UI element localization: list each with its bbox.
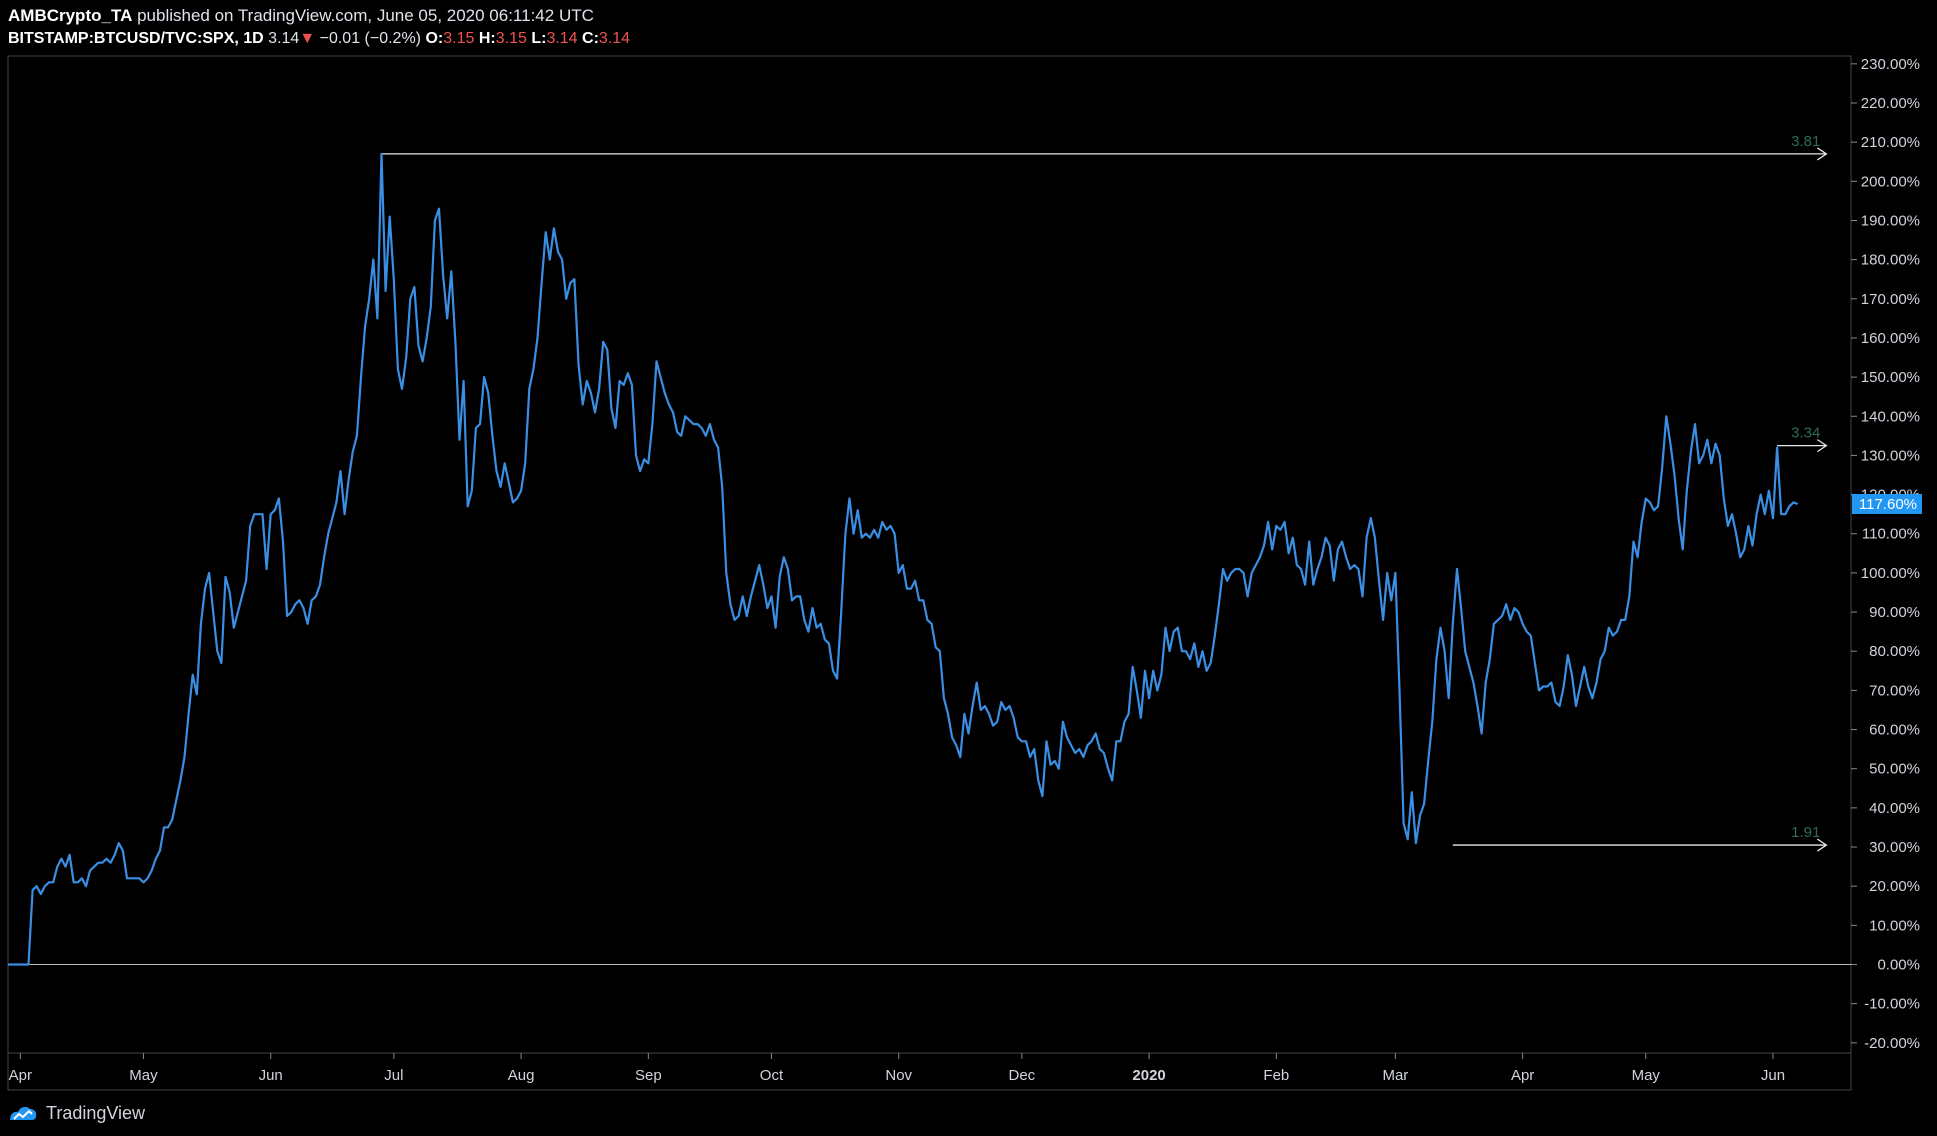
y-tick-label: 210.00%: [1861, 134, 1920, 151]
price-axis[interactable]: 230.00% 220.00% 210.00% 200.00% 190.00% 180.0…: [1851, 56, 1920, 1052]
annotation-label: 3.34: [1791, 425, 1820, 442]
y-tick-label: 20.00%: [1869, 878, 1920, 895]
y-tick-label: 30.00%: [1869, 839, 1920, 856]
y-tick-label: 80.00%: [1869, 643, 1920, 660]
x-tick-label: Jun: [259, 1067, 283, 1084]
y-tick-label: 150.00%: [1861, 369, 1920, 386]
y-tick-label: 90.00%: [1869, 604, 1920, 621]
x-tick-label: Sep: [635, 1067, 662, 1084]
footer: TradingView: [0, 1090, 1937, 1136]
y-tick-label: 220.00%: [1861, 95, 1920, 112]
x-tick-label: Mar: [1382, 1067, 1408, 1084]
y-tick-label: 160.00%: [1861, 330, 1920, 347]
footer-brand[interactable]: TradingView: [46, 1103, 145, 1124]
y-tick-label: 40.00%: [1869, 800, 1920, 817]
y-tick-label: 130.00%: [1861, 447, 1920, 464]
y-tick-label: 230.00%: [1861, 56, 1920, 73]
x-tick-label: Apr: [1511, 1067, 1534, 1084]
x-tick-label: Aug: [508, 1067, 535, 1084]
y-tick-label: 200.00%: [1861, 173, 1920, 190]
time-axis[interactable]: Apr May Jun Jul Aug Sep Oct Nov Dec 2020 Feb Mar Apr…: [9, 1053, 1785, 1084]
current-value-tag: 117.60%: [1852, 493, 1922, 514]
x-tick-label: Jun: [1761, 1067, 1785, 1084]
y-tick-label: 60.00%: [1869, 722, 1920, 739]
y-tick-label: 190.00%: [1861, 212, 1920, 229]
y-tick-label: 0.00%: [1877, 956, 1920, 973]
y-tick-label: 140.00%: [1861, 408, 1920, 425]
y-tick-label: 180.00%: [1861, 252, 1920, 269]
x-tick-label: Jul: [384, 1067, 403, 1084]
current-value-label: 117.60%: [1859, 496, 1917, 513]
y-tick-label: -10.00%: [1864, 996, 1920, 1013]
tradingview-logo-icon[interactable]: [8, 1102, 38, 1124]
y-tick-label: 110.00%: [1862, 526, 1920, 543]
chart-canvas[interactable]: 230.00% 220.00% 210.00% 200.00% 190.00% 180.0…: [0, 0, 1937, 1136]
y-tick-label: 10.00%: [1869, 917, 1920, 934]
x-tick-label: 2020: [1132, 1067, 1165, 1084]
x-tick-label: Apr: [9, 1067, 32, 1084]
x-tick-label: May: [129, 1067, 158, 1084]
x-tick-label: Dec: [1009, 1067, 1036, 1084]
y-tick-label: 170.00%: [1861, 291, 1920, 308]
annotations: 3.81 3.34 1.91: [381, 133, 1828, 852]
x-tick-label: Oct: [760, 1067, 784, 1084]
x-tick-label: Nov: [885, 1067, 912, 1084]
price-ratio-line: [8, 152, 1798, 966]
x-tick-label: Feb: [1263, 1067, 1289, 1084]
annotation-label: 1.91: [1791, 824, 1820, 841]
y-tick-label: -20.00%: [1864, 1035, 1920, 1052]
y-tick-label: 70.00%: [1869, 682, 1920, 699]
series-group: [8, 152, 1798, 966]
y-tick-label: 50.00%: [1869, 761, 1920, 778]
annotation-label: 3.81: [1791, 133, 1820, 150]
y-tick-label: 100.00%: [1861, 565, 1920, 582]
x-tick-label: May: [1632, 1067, 1661, 1084]
